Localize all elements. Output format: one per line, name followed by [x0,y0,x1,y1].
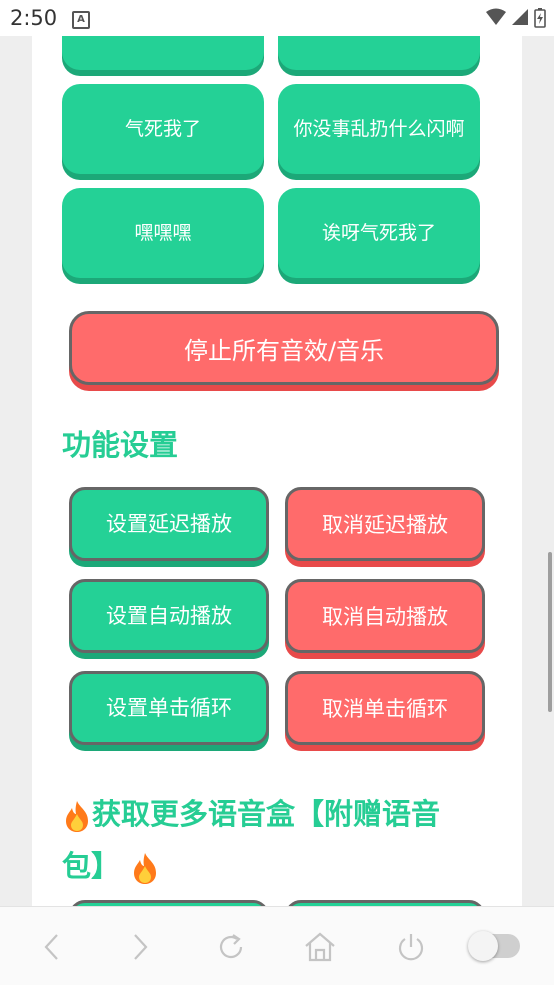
fire-icon [62,797,92,832]
set-auto-play-button[interactable]: 设置自动播放 [69,579,269,653]
sound-button-label: 诶呀气死我了 [321,222,436,244]
stop-all-label: 停止所有音效/音乐 [183,336,385,365]
wifi-icon [485,8,506,25]
more-title-line1: 获取更多语音盒【附赠语音 [92,797,441,831]
notification-icon: A [72,11,90,29]
cancel-click-loop-label: 取消单击循环 [322,697,448,721]
forward-icon[interactable] [120,927,160,967]
status-bar: 2:50 A [0,0,554,36]
settings-title: 功能设置 [62,428,179,462]
cancel-click-loop-button[interactable]: 取消单击循环 [285,671,485,745]
sound-button[interactable]: 诶呀气死我了 [278,188,480,278]
power-icon[interactable] [391,927,431,967]
sound-button-label: 嘿嘿嘿 [134,222,192,244]
toggle-knob [468,931,498,961]
sound-button-label: 你没事乱扔什么闪啊 [293,118,465,140]
back-icon[interactable] [32,927,72,967]
set-delay-play-label: 设置延迟播放 [106,512,232,536]
more-title-line2: 包】 [62,849,121,883]
more-voice-box-title: 获取更多语音盒【附赠语音 包】 [62,788,502,892]
status-time: 2:50 [10,6,58,30]
sound-button[interactable]: 气死我了 [62,84,264,174]
sound-button[interactable]: 嘿嘿嘿 [62,188,264,278]
content-card: 气死我了 你没事乱扔什么闪啊 嘿嘿嘿 诶呀气死我了 停止所有音效/音乐 功能设置… [32,36,522,906]
toggle-switch[interactable] [468,931,520,961]
status-icons [485,8,546,28]
signal-icon [511,9,528,25]
set-delay-play-button[interactable]: 设置延迟播放 [69,487,269,561]
home-icon[interactable] [300,927,340,967]
sound-button[interactable] [278,36,480,70]
bottom-navigation [0,906,554,985]
set-click-loop-label: 设置单击循环 [106,696,232,720]
cancel-delay-play-label: 取消延迟播放 [322,513,448,537]
stop-all-button[interactable]: 停止所有音效/音乐 [69,311,499,385]
cancel-delay-play-button[interactable]: 取消延迟播放 [285,487,485,561]
set-click-loop-button[interactable]: 设置单击循环 [69,671,269,745]
sound-button[interactable] [62,36,264,70]
set-auto-play-label: 设置自动播放 [106,604,232,628]
cancel-auto-play-label: 取消自动播放 [322,605,448,629]
sound-button-label: 气死我了 [124,118,201,140]
cancel-auto-play-button[interactable]: 取消自动播放 [285,579,485,653]
scrollbar-thumb[interactable] [548,552,552,712]
refresh-icon[interactable] [211,927,251,967]
sound-button[interactable]: 你没事乱扔什么闪啊 [278,84,480,174]
fire-icon [130,849,160,884]
battery-icon [534,8,546,28]
